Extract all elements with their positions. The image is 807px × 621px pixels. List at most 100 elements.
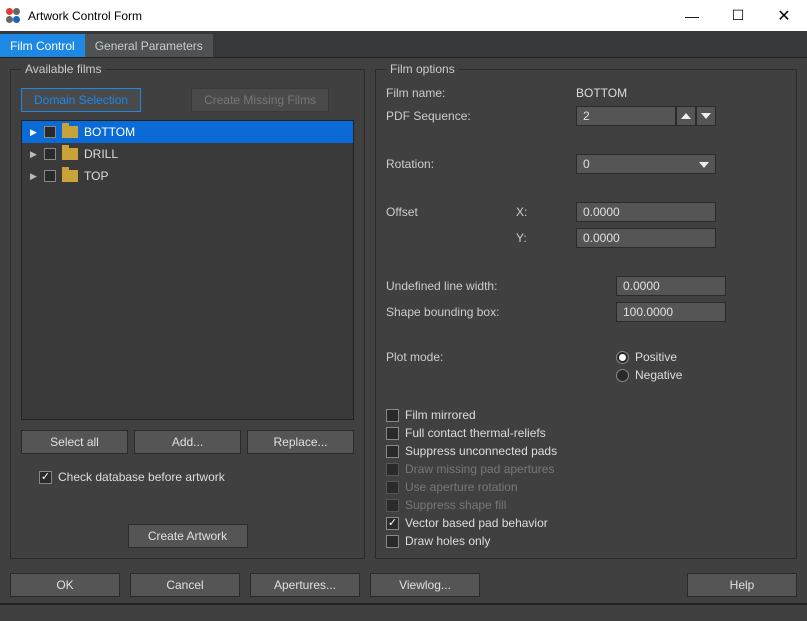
suppress-shape-label: Suppress shape fill: [405, 498, 506, 512]
aperture-rot-row: Use aperture rotation: [386, 480, 786, 494]
undef-line-input[interactable]: [616, 276, 726, 296]
available-films-legend: Available films: [21, 62, 105, 76]
tree-item-label: DRILL: [84, 147, 118, 161]
thermal-reliefs-checkbox[interactable]: [386, 427, 399, 440]
film-action-buttons: Select all Add... Replace...: [21, 430, 354, 454]
bottom-bar: OK Cancel Apertures... Viewlog... Help: [0, 567, 807, 603]
draw-holes-row: Draw holes only: [386, 534, 786, 548]
tree-checkbox[interactable]: [44, 148, 56, 160]
tree-checkbox[interactable]: [44, 126, 56, 138]
offset-x-row: Offset X:: [386, 202, 786, 222]
film-name-label: Film name:: [386, 86, 516, 100]
plot-negative-row: Negative: [616, 368, 682, 382]
film-options-legend: Film options: [386, 62, 459, 76]
maximize-button[interactable]: ☐: [715, 0, 761, 31]
offset-label: Offset: [386, 205, 516, 219]
vector-pad-checkbox[interactable]: [386, 517, 399, 530]
statusbar: [0, 603, 807, 621]
ok-button[interactable]: OK: [10, 573, 120, 597]
aperture-rot-checkbox: [386, 481, 399, 494]
film-mirrored-checkbox[interactable]: [386, 409, 399, 422]
offset-y-row: Y:: [386, 228, 786, 248]
suppress-shape-row: Suppress shape fill: [386, 498, 786, 512]
folder-icon: [62, 148, 78, 160]
create-missing-films-button: Create Missing Films: [191, 88, 329, 112]
tree-item-bottom[interactable]: ▶ BOTTOM: [22, 121, 353, 143]
pdf-seq-row: PDF Sequence:: [386, 106, 786, 126]
rotation-combo[interactable]: 0: [576, 154, 716, 174]
main-body: Available films Domain Selection Create …: [0, 58, 807, 567]
create-artwork-row: Create Artwork: [21, 524, 354, 548]
pdf-seq-label: PDF Sequence:: [386, 109, 516, 123]
folder-icon: [62, 126, 78, 138]
film-top-buttons: Domain Selection Create Missing Films: [21, 88, 354, 112]
suppress-shape-checkbox: [386, 499, 399, 512]
suppress-unconn-checkbox[interactable]: [386, 445, 399, 458]
shape-bbox-label: Shape bounding box:: [386, 305, 616, 319]
select-all-button[interactable]: Select all: [21, 430, 128, 454]
check-db-checkbox[interactable]: [39, 471, 52, 484]
aperture-rot-label: Use aperture rotation: [405, 480, 518, 494]
cancel-button[interactable]: Cancel: [130, 573, 240, 597]
add-button[interactable]: Add...: [134, 430, 241, 454]
window-title: Artwork Control Form: [28, 9, 669, 23]
tree-item-top[interactable]: ▶ TOP: [22, 165, 353, 187]
pdf-seq-input[interactable]: [576, 106, 676, 126]
minimize-button[interactable]: —: [669, 0, 715, 31]
check-db-row: Check database before artwork: [21, 470, 354, 484]
viewlog-button[interactable]: Viewlog...: [370, 573, 480, 597]
shape-bbox-row: Shape bounding box:: [386, 302, 786, 322]
help-button[interactable]: Help: [687, 573, 797, 597]
film-name-row: Film name: BOTTOM: [386, 86, 786, 100]
plot-negative-radio[interactable]: [616, 369, 629, 382]
create-artwork-button[interactable]: Create Artwork: [128, 524, 248, 548]
close-button[interactable]: ✕: [761, 0, 807, 31]
film-mirrored-label: Film mirrored: [405, 408, 476, 422]
apertures-button[interactable]: Apertures...: [250, 573, 360, 597]
thermal-reliefs-label: Full contact thermal-reliefs: [405, 426, 546, 440]
right-pane: Film options Film name: BOTTOM PDF Seque…: [375, 62, 797, 559]
undef-line-label: Undefined line width:: [386, 279, 616, 293]
tree-item-label: TOP: [84, 169, 108, 183]
film-mirrored-row: Film mirrored: [386, 408, 786, 422]
draw-missing-label: Draw missing pad apertures: [405, 462, 554, 476]
offset-x-input[interactable]: [576, 202, 716, 222]
tree-item-drill[interactable]: ▶ DRILL: [22, 143, 353, 165]
pdf-seq-down-button[interactable]: [696, 106, 716, 126]
offset-y-label: Y:: [516, 231, 576, 245]
titlebar: Artwork Control Form — ☐ ✕: [0, 0, 807, 31]
check-db-label: Check database before artwork: [58, 470, 225, 484]
tab-general-parameters[interactable]: General Parameters: [85, 34, 213, 57]
offset-x-label: X:: [516, 205, 576, 219]
pdf-seq-spinner: [576, 106, 716, 126]
draw-holes-label: Draw holes only: [405, 534, 490, 548]
window: Artwork Control Form — ☐ ✕ Film Control …: [0, 0, 807, 621]
draw-missing-row: Draw missing pad apertures: [386, 462, 786, 476]
offset-y-input[interactable]: [576, 228, 716, 248]
draw-holes-checkbox[interactable]: [386, 535, 399, 548]
suppress-unconn-row: Suppress unconnected pads: [386, 444, 786, 458]
film-options-group: Film options Film name: BOTTOM PDF Seque…: [375, 62, 797, 559]
tree-expand-icon[interactable]: ▶: [30, 127, 38, 138]
tab-film-control[interactable]: Film Control: [0, 34, 85, 57]
pdf-seq-up-button[interactable]: [676, 106, 696, 126]
tree-item-label: BOTTOM: [84, 125, 135, 139]
undef-line-row: Undefined line width:: [386, 276, 786, 296]
draw-missing-checkbox: [386, 463, 399, 476]
folder-icon: [62, 170, 78, 182]
suppress-unconn-label: Suppress unconnected pads: [405, 444, 557, 458]
plot-negative-label: Negative: [635, 368, 682, 382]
plot-mode-row: Plot mode: Positive Negative: [386, 350, 786, 386]
tree-checkbox[interactable]: [44, 170, 56, 182]
vector-pad-row: Vector based pad behavior: [386, 516, 786, 530]
shape-bbox-input[interactable]: [616, 302, 726, 322]
tree-expand-icon[interactable]: ▶: [30, 149, 38, 160]
vector-pad-label: Vector based pad behavior: [405, 516, 548, 530]
rotation-row: Rotation: 0: [386, 154, 786, 174]
domain-selection-button[interactable]: Domain Selection: [21, 88, 141, 112]
replace-button[interactable]: Replace...: [247, 430, 354, 454]
plot-positive-row: Positive: [616, 350, 682, 364]
tree-expand-icon[interactable]: ▶: [30, 171, 38, 182]
plot-positive-radio[interactable]: [616, 351, 629, 364]
films-tree[interactable]: ▶ BOTTOM ▶ DRILL ▶: [21, 120, 354, 420]
